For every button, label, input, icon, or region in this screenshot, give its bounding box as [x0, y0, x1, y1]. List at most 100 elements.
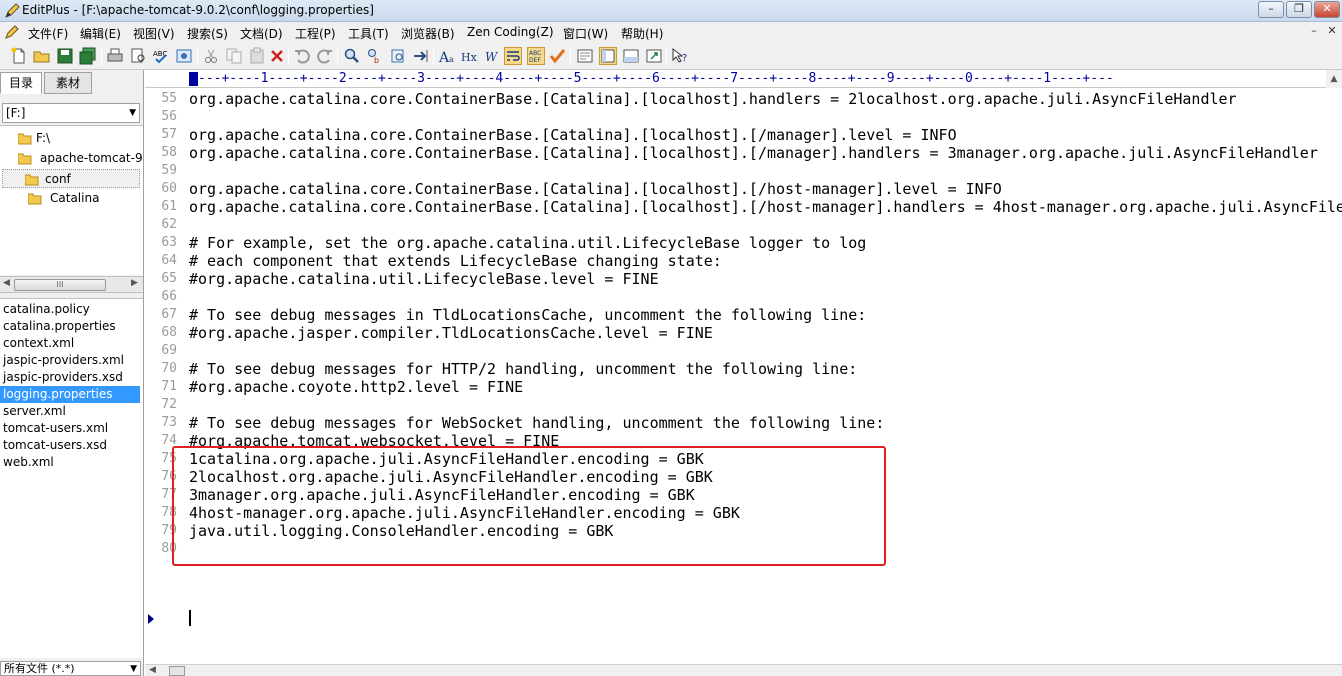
hex-icon[interactable]: Hx	[461, 47, 479, 65]
tree-node-label: Catalina	[50, 191, 100, 205]
code-line[interactable]: org.apache.catalina.core.ContainerBase.[…	[189, 126, 957, 144]
code-line[interactable]: 4host-manager.org.apache.juli.AsyncFileH…	[189, 504, 740, 522]
code-line[interactable]: org.apache.catalina.core.ContainerBase.[…	[189, 180, 1002, 198]
menu-view[interactable]: 视图(V)	[133, 25, 175, 42]
code-line[interactable]: # To see debug messages for HTTP/2 handl…	[189, 360, 857, 378]
tree-node-catalina[interactable]: Catalina	[27, 189, 100, 208]
copy-icon[interactable]	[225, 47, 243, 65]
browser-preview-icon[interactable]	[175, 47, 193, 65]
scroll-thumb[interactable]	[169, 666, 185, 676]
find-icon[interactable]	[343, 47, 361, 65]
list-item[interactable]: tomcat-users.xsd	[0, 437, 140, 454]
folder-icon	[27, 192, 42, 205]
list-item-selected[interactable]: logging.properties	[0, 386, 140, 403]
line-number: 77	[161, 487, 177, 502]
goto-icon[interactable]	[412, 47, 430, 65]
print-preview-icon[interactable]	[129, 47, 147, 65]
tree-node-apache-tomcat[interactable]: apache-tomcat-9	[17, 149, 143, 168]
list-item[interactable]: tomcat-users.xml	[0, 420, 140, 437]
menu-browser[interactable]: 浏览器(B)	[401, 25, 455, 42]
output-icon[interactable]	[622, 47, 640, 65]
menu-search[interactable]: 搜索(S)	[187, 25, 228, 42]
scroll-left-icon[interactable]: ◀	[3, 278, 10, 288]
code-line[interactable]: 3manager.org.apache.juli.AsyncFileHandle…	[189, 486, 695, 504]
line-number: 55	[161, 91, 177, 106]
editor-horizontal-scrollbar[interactable]: ◀	[145, 664, 1342, 676]
redo-icon[interactable]	[316, 47, 334, 65]
undo-icon[interactable]	[293, 47, 311, 65]
italic-w-icon[interactable]: W	[484, 47, 502, 65]
code-line[interactable]: #org.apache.coyote.http2.level = FINE	[189, 378, 523, 396]
menu-help[interactable]: 帮助(H)	[621, 25, 663, 42]
menu-file[interactable]: 文件(F)	[28, 25, 68, 42]
code-line[interactable]: java.util.logging.ConsoleHandler.encodin…	[189, 522, 613, 540]
save-icon[interactable]	[56, 47, 74, 65]
code-line[interactable]: # each component that extends LifecycleB…	[189, 252, 722, 270]
scroll-right-icon[interactable]: ▶	[131, 278, 138, 288]
code-line[interactable]: #org.apache.jasper.compiler.TldLocations…	[189, 324, 713, 342]
svg-text:DEF: DEF	[529, 57, 541, 64]
list-item[interactable]: jaspic-providers.xsd	[0, 369, 140, 386]
editor[interactable]: ---+----1----+----2----+----3----+----4-…	[145, 70, 1342, 676]
tab-cliptext[interactable]: 素材	[44, 72, 92, 94]
menu-tools[interactable]: 工具(T)	[348, 25, 389, 42]
tree-node-label: conf	[45, 172, 71, 186]
list-item[interactable]: web.xml	[0, 454, 140, 471]
list-item[interactable]: server.xml	[0, 403, 140, 420]
code-line[interactable]: 1catalina.org.apache.juli.AsyncFileHandl…	[189, 450, 704, 468]
font-icon[interactable]: Aa	[438, 47, 456, 65]
menu-document[interactable]: 文档(D)	[240, 25, 283, 42]
code-line[interactable]: #org.apache.tomcat.websocket.level = FIN…	[189, 432, 559, 450]
code-line[interactable]: # For example, set the org.apache.catali…	[189, 234, 866, 252]
spellcheck-icon[interactable]: ABC	[152, 47, 170, 65]
tree-node-drive[interactable]: F:\	[17, 129, 50, 148]
file-filter-select[interactable]: 所有文件 (*.*) ▼	[0, 661, 141, 676]
tree-node-label: apache-tomcat-9	[40, 151, 143, 165]
tree-node-conf[interactable]: conf	[2, 169, 140, 188]
spell-check-icon[interactable]	[548, 47, 566, 65]
line-number: 69	[161, 343, 177, 358]
paste-icon[interactable]	[248, 47, 266, 65]
menu-edit[interactable]: 编辑(E)	[80, 25, 121, 42]
close-button[interactable]: ✕	[1314, 1, 1340, 18]
code-line[interactable]: # To see debug messages for WebSocket ha…	[189, 414, 884, 432]
new-file-icon[interactable]	[10, 47, 28, 65]
cut-icon[interactable]	[202, 47, 220, 65]
code-line[interactable]: # To see debug messages in TldLocationsC…	[189, 306, 866, 324]
help-icon[interactable]: ?	[671, 47, 689, 65]
drive-select[interactable]: [F:] ▼	[2, 103, 140, 123]
list-item[interactable]: jaspic-providers.xml	[0, 352, 140, 369]
menu-zen-coding[interactable]: Zen Coding(Z)	[467, 25, 554, 39]
tree-horizontal-scrollbar[interactable]: ◀ III ▶	[0, 276, 143, 293]
cliptext-icon[interactable]	[645, 47, 663, 65]
code-line[interactable]: 2localhost.org.apache.juli.AsyncFileHand…	[189, 468, 713, 486]
mdi-close-button[interactable]: ✕	[1324, 24, 1340, 39]
scroll-up-icon[interactable]: ▲	[1326, 70, 1342, 88]
minimize-button[interactable]: –	[1258, 1, 1284, 18]
screen-icon[interactable]	[576, 47, 594, 65]
find-in-files-icon[interactable]	[389, 47, 407, 65]
directory-icon[interactable]	[599, 47, 617, 65]
list-item[interactable]: context.xml	[0, 335, 140, 352]
code-line[interactable]: org.apache.catalina.core.ContainerBase.[…	[189, 144, 1318, 162]
list-item[interactable]: catalina.properties	[0, 318, 140, 335]
code-line[interactable]: #org.apache.catalina.util.LifecycleBase.…	[189, 270, 659, 288]
restore-button[interactable]: ❐	[1286, 1, 1312, 18]
ruler-icon[interactable]: ABC DEF	[527, 47, 545, 65]
menu-project[interactable]: 工程(P)	[295, 25, 336, 42]
open-folder-icon[interactable]	[33, 47, 51, 65]
code-line[interactable]: org.apache.catalina.core.ContainerBase.[…	[189, 90, 1237, 108]
replace-icon[interactable]: b	[366, 47, 384, 65]
tab-directory[interactable]: 目录	[0, 72, 42, 94]
list-item[interactable]: catalina.policy	[0, 301, 140, 318]
code-line[interactable]: org.apache.catalina.core.ContainerBase.[…	[189, 198, 1342, 216]
scroll-left-icon[interactable]: ◀	[149, 665, 156, 675]
save-all-icon[interactable]	[79, 47, 97, 65]
delete-icon[interactable]	[268, 47, 286, 65]
print-icon[interactable]	[106, 47, 124, 65]
line-number: 78	[161, 505, 177, 520]
menu-window[interactable]: 窗口(W)	[563, 25, 608, 42]
mdi-minimize-button[interactable]: –	[1306, 24, 1322, 39]
scroll-thumb[interactable]: III	[14, 279, 106, 291]
word-wrap-icon[interactable]	[504, 47, 522, 65]
